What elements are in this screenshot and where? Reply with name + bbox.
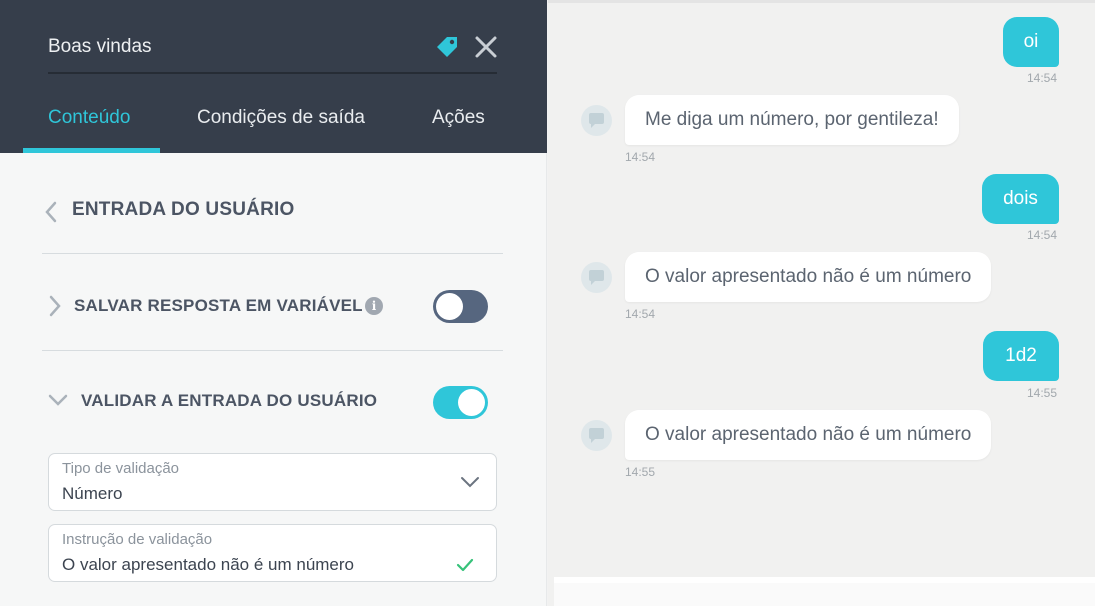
message-time: 14:54 xyxy=(625,150,656,164)
toggle-knob xyxy=(436,293,463,320)
tab-conteudo[interactable]: Conteúdo xyxy=(48,107,130,129)
chat-bubble-icon xyxy=(589,428,604,443)
user-message: 1d2 xyxy=(983,331,1059,381)
message-time: 14:55 xyxy=(625,465,656,479)
bot-message: O valor apresentado não é um número xyxy=(625,410,992,460)
validation-instruction-label: Instrução de validação xyxy=(62,531,213,548)
validation-type-select[interactable]: Tipo de validação Número xyxy=(48,453,497,511)
tab-condicoes-de-saida[interactable]: Condições de saída xyxy=(197,107,365,129)
validation-instruction-value[interactable]: O valor apresentado não é um número xyxy=(62,555,354,575)
info-icon[interactable]: i xyxy=(365,297,383,315)
close-icon[interactable] xyxy=(474,35,498,59)
block-title-field[interactable]: Boas vindas xyxy=(48,22,497,74)
save-response-toggle[interactable] xyxy=(433,290,488,323)
message-time: 14:54 xyxy=(1027,228,1058,242)
message-time: 14:55 xyxy=(1027,386,1058,400)
divider xyxy=(42,253,503,254)
chat-preview-panel: oi 14:54 Me diga um número, por gentilez… xyxy=(548,0,1095,606)
save-response-label[interactable]: SALVAR RESPOSTA EM VARIÁVEL xyxy=(74,296,363,316)
bot-avatar xyxy=(581,420,612,451)
message-time: 14:54 xyxy=(1027,71,1058,85)
validation-type-value: Número xyxy=(62,484,123,503)
block-title[interactable]: Boas vindas xyxy=(48,36,152,58)
editor-header: Boas vindas Conteúdo Condições de saída … xyxy=(0,0,547,153)
bot-message: O valor apresentado não é um número xyxy=(625,252,992,302)
validation-instruction-field[interactable]: Instrução de validação O valor apresenta… xyxy=(48,524,497,582)
chat-bubble-icon xyxy=(589,270,604,285)
chat-bubble-icon xyxy=(589,113,604,128)
validate-input-label[interactable]: VALIDAR A ENTRADA DO USUÁRIO xyxy=(81,391,377,411)
editor-tabs: Conteúdo Condições de saída Ações xyxy=(0,97,547,153)
chat-input-area[interactable] xyxy=(554,577,1095,606)
chevron-left-icon[interactable] xyxy=(44,201,58,223)
section-title: ENTRADA DO USUÁRIO xyxy=(72,199,295,220)
user-message: oi xyxy=(1003,17,1059,67)
tab-acoes[interactable]: Ações xyxy=(432,107,485,129)
bot-avatar xyxy=(581,105,612,136)
active-tab-indicator xyxy=(23,148,160,153)
block-editor-panel: Boas vindas Conteúdo Condições de saída … xyxy=(0,0,547,606)
validate-input-toggle[interactable] xyxy=(433,386,488,419)
chevron-down-icon[interactable] xyxy=(460,476,480,488)
user-message: dois xyxy=(982,174,1059,224)
bot-avatar xyxy=(581,262,612,293)
chevron-right-icon[interactable] xyxy=(48,295,62,317)
divider xyxy=(42,350,503,351)
check-icon xyxy=(456,558,474,572)
tag-icon[interactable] xyxy=(434,34,460,60)
chevron-down-icon[interactable] xyxy=(48,393,68,407)
bot-message: Me diga um número, por gentileza! xyxy=(625,95,959,145)
toggle-knob xyxy=(458,389,485,416)
message-time: 14:54 xyxy=(625,307,656,321)
validation-type-label: Tipo de validação xyxy=(62,460,180,477)
panel-top-border xyxy=(548,0,1095,3)
